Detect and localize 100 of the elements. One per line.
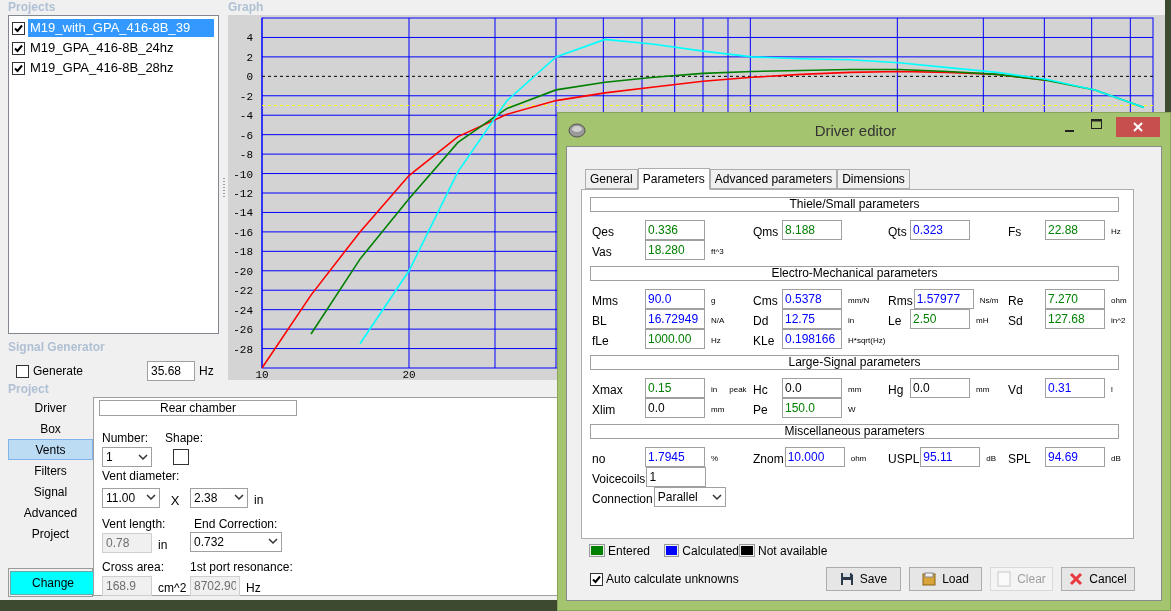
input-field[interactable]: 0.198166 bbox=[782, 329, 842, 349]
input-field[interactable]: 150.0 bbox=[782, 398, 842, 418]
tab[interactable]: Parameters bbox=[637, 168, 710, 190]
dropdown[interactable]: 11.00 bbox=[102, 487, 160, 508]
nav-item[interactable]: Vents bbox=[8, 439, 93, 460]
input-field[interactable]: 0.31 bbox=[1045, 378, 1105, 398]
field-label: SPL bbox=[1008, 450, 1032, 468]
input-field[interactable]: 0.5378 bbox=[782, 289, 842, 309]
section-header: Thiele/Small parameters bbox=[590, 197, 1119, 212]
input-field[interactable]: 1.7945 bbox=[645, 447, 705, 467]
input-field[interactable]: 7.270 bbox=[1045, 289, 1105, 309]
input-field[interactable]: 10.000 bbox=[784, 447, 845, 467]
section-header: Electro-Mechanical parameters bbox=[590, 266, 1119, 281]
change-button[interactable]: Change bbox=[10, 571, 96, 595]
input-field[interactable]: 12.75 bbox=[782, 309, 842, 329]
unit-label: in bbox=[848, 315, 855, 327]
input-field[interactable]: 2.50 bbox=[910, 309, 970, 329]
field-label: Hc bbox=[753, 381, 769, 399]
field-label: Connection bbox=[592, 490, 654, 508]
checkbox[interactable] bbox=[590, 572, 603, 586]
button[interactable]: Load bbox=[909, 567, 982, 591]
unit-label: Hz bbox=[199, 363, 214, 381]
app-icon bbox=[568, 123, 586, 138]
field-label: Znom bbox=[753, 450, 785, 468]
nav-item[interactable]: Advanced bbox=[8, 502, 93, 523]
checkbox[interactable] bbox=[173, 449, 189, 465]
maximize-icon[interactable] bbox=[1091, 119, 1102, 129]
field-label: Xmax bbox=[592, 381, 624, 399]
dropdown[interactable]: 0.732 bbox=[190, 531, 282, 552]
chevron-down-icon bbox=[711, 493, 722, 501]
input-field[interactable]: 90.0 bbox=[645, 289, 705, 309]
close-button[interactable] bbox=[1116, 117, 1160, 137]
field-label: BL bbox=[592, 312, 608, 330]
button[interactable]: Cancel bbox=[1061, 567, 1135, 591]
input-field[interactable]: 0.15 bbox=[645, 378, 705, 398]
unit-label: g bbox=[711, 295, 716, 307]
field-label: Xlim bbox=[592, 401, 617, 419]
list-item[interactable]: M19_GPA_416-8B_24hz bbox=[28, 39, 214, 57]
input-field[interactable]: 22.88 bbox=[1045, 220, 1105, 240]
axis-label: 0 bbox=[246, 71, 253, 84]
field-label: Sd bbox=[1008, 312, 1024, 330]
dropdown[interactable]: 1 bbox=[102, 447, 152, 467]
field-label: fLe bbox=[592, 332, 610, 350]
axis-label: -2 bbox=[239, 90, 253, 103]
input-field[interactable]: 35.68 bbox=[147, 361, 195, 382]
field-label: 1st port resonance: bbox=[190, 559, 293, 574]
checkbox[interactable] bbox=[12, 61, 25, 75]
axis-label: -14 bbox=[233, 207, 253, 220]
axis-label: -16 bbox=[233, 226, 253, 239]
dropdown[interactable]: 2.38 bbox=[190, 487, 248, 508]
axis-label: -12 bbox=[233, 188, 253, 200]
tab[interactable]: Advanced parameters bbox=[709, 169, 838, 189]
button[interactable]: Save bbox=[826, 567, 901, 591]
input-field[interactable]: 94.69 bbox=[1045, 447, 1105, 467]
unit-label: Hz bbox=[246, 579, 261, 597]
x-mark-icon bbox=[1069, 572, 1084, 586]
input-field[interactable]: 1.57977 bbox=[913, 289, 974, 309]
input-field[interactable]: 127.68 bbox=[1045, 309, 1105, 329]
dropdown[interactable]: Parallel bbox=[653, 487, 726, 507]
field-label: Rms bbox=[888, 292, 914, 310]
unit-label: W bbox=[848, 404, 856, 416]
close-icon bbox=[1133, 122, 1143, 132]
nav-item[interactable]: Driver bbox=[8, 397, 93, 418]
input-field[interactable]: 18.280 bbox=[645, 240, 705, 260]
input-field[interactable]: 16.72949 bbox=[645, 309, 705, 329]
nav-item[interactable]: Signal bbox=[8, 481, 93, 502]
field-label: Vas bbox=[592, 243, 613, 261]
axis-label: 10 bbox=[255, 369, 269, 380]
checkbox[interactable] bbox=[12, 21, 25, 35]
input-field[interactable]: 95.11 bbox=[920, 447, 981, 467]
tab[interactable]: Dimensions bbox=[837, 169, 910, 189]
unit-label: in bbox=[254, 491, 264, 509]
input-field[interactable]: 0.336 bbox=[645, 220, 705, 240]
tab[interactable]: General bbox=[585, 169, 638, 189]
checkbox[interactable] bbox=[16, 364, 29, 378]
nav-item[interactable]: Project bbox=[8, 523, 93, 544]
input-field[interactable]: 1 bbox=[646, 467, 707, 487]
input-field[interactable]: 0.323 bbox=[910, 220, 970, 240]
nav-item[interactable]: Filters bbox=[8, 460, 93, 481]
axis-label: 2 bbox=[246, 51, 253, 64]
unit-label: in^2 bbox=[1111, 315, 1126, 327]
splitter-handle[interactable] bbox=[222, 178, 226, 198]
chevron-down-icon bbox=[146, 494, 156, 502]
axis-label: -8 bbox=[239, 149, 253, 162]
legend-label: Not available bbox=[758, 542, 828, 560]
input-field[interactable]: 1000.00 bbox=[645, 329, 705, 349]
chevron-down-icon bbox=[234, 494, 244, 502]
input-field[interactable]: 0.0 bbox=[782, 378, 842, 398]
unit-label: in bbox=[711, 384, 718, 396]
nav-item[interactable]: Box bbox=[8, 418, 93, 439]
axis-label: -20 bbox=[233, 265, 253, 278]
checkbox[interactable] bbox=[12, 41, 25, 55]
field-label: Voicecoils bbox=[592, 470, 647, 488]
input-field[interactable]: 8.188 bbox=[782, 220, 842, 240]
input-field[interactable]: 0.0 bbox=[645, 398, 705, 418]
checkbox-label: Generate bbox=[33, 363, 85, 381]
list-item[interactable]: M19_GPA_416-8B_28hz bbox=[28, 59, 214, 77]
legend-label: Calculated bbox=[682, 542, 739, 560]
field-label: Cross area: bbox=[102, 559, 165, 574]
input-field[interactable]: 0.0 bbox=[910, 378, 970, 398]
